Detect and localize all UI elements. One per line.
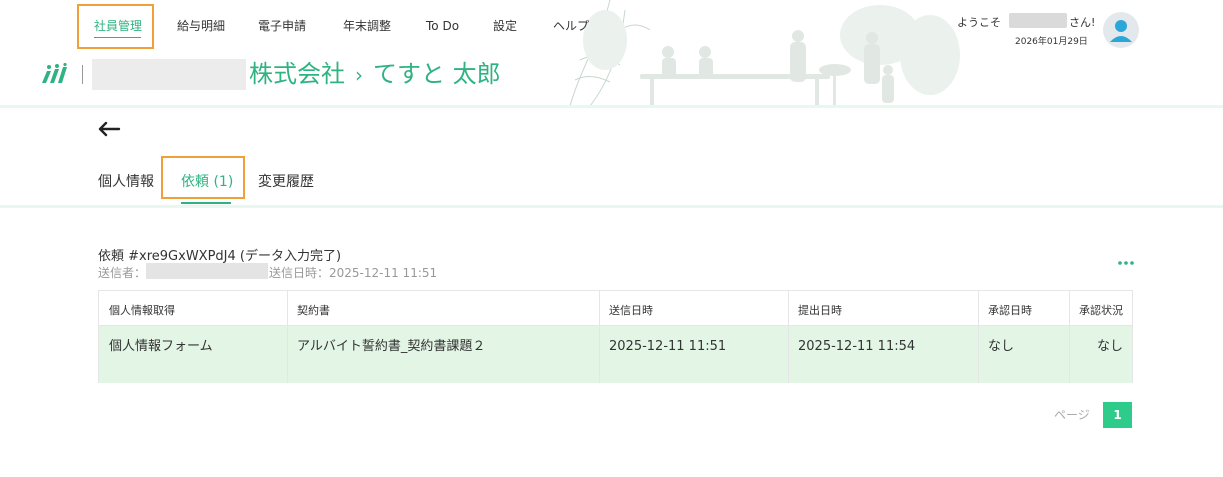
header-cell: 個人情報取得	[99, 291, 288, 325]
col-header-personal-info: 個人情報取得	[109, 304, 175, 317]
back-arrow-icon[interactable]	[97, 118, 121, 140]
company-name-redacted	[92, 59, 246, 90]
company-suffix: 株式会社	[249, 60, 345, 88]
header: 社員管理 給与明細 電子申請 年末調整 To Do 設定 ヘルプ ようこそ さん…	[0, 0, 1223, 106]
sender-label: 送信者：	[98, 266, 147, 280]
cell-approval-status: なし	[1096, 339, 1123, 354]
nav-item-payslip[interactable]: 給与明細	[177, 17, 225, 35]
header-divider	[0, 105, 1223, 108]
col-header-contract: 契約書	[297, 304, 330, 317]
cell-sent-at: 2025-12-11 11:51	[609, 339, 727, 354]
nav-item-help[interactable]: ヘルプ	[553, 17, 589, 35]
more-dots-icon[interactable]	[1117, 258, 1135, 268]
cell-personal-info-form[interactable]: 個人情報フォーム	[109, 337, 213, 356]
tab-personal-info[interactable]: 個人情報	[98, 172, 154, 192]
breadcrumb-separator: ›	[355, 63, 363, 87]
cell-submitted-at: 2025-12-11 11:54	[798, 339, 916, 354]
table-cell: なし	[979, 326, 1070, 383]
header-cell: 承認日時	[979, 291, 1070, 325]
table-header-row: 個人情報取得 契約書 送信日時 提出日時 承認日時 承認状況	[99, 291, 1132, 326]
header-cell: 承認状況	[1070, 291, 1132, 325]
tabs-divider	[0, 205, 1223, 208]
sent-datetime: 送信日時：2025-12-11 11:51	[269, 266, 438, 280]
col-header-approval-status: 承認状況	[1079, 304, 1123, 317]
employee-name: てすと 太郎	[373, 60, 501, 88]
header-cell: 提出日時	[789, 291, 979, 325]
request-title: 依頼 #xre9GxWXPdJ4 (データ入力完了)	[98, 249, 342, 264]
page-title: 株式会社 › てすと 太郎	[249, 58, 501, 91]
table-row[interactable]: 個人情報フォーム アルバイト誓約書_契約書課題２ 2025-12-11 11:5…	[99, 326, 1132, 383]
username-redacted	[1009, 13, 1067, 28]
table-cell: 2025-12-11 11:54	[789, 326, 979, 383]
welcome-text: ようこそ	[957, 16, 1001, 29]
highlight-box-tab	[161, 156, 245, 199]
pagination-label: ページ	[1054, 408, 1090, 422]
nav-item-e-application[interactable]: 電子申請	[258, 17, 306, 35]
nav-item-year-end-adjustment[interactable]: 年末調整	[343, 17, 391, 35]
col-header-submitted-at: 提出日時	[798, 304, 842, 317]
current-date: 2026年01月29日	[1015, 37, 1088, 47]
col-header-sent-at: 送信日時	[609, 304, 653, 317]
col-header-approved-at: 承認日時	[988, 304, 1032, 317]
header-cell: 送信日時	[600, 291, 789, 325]
table-cell: アルバイト誓約書_契約書課題２	[288, 326, 600, 383]
table-cell: 2025-12-11 11:51	[600, 326, 789, 383]
sender-name-redacted	[146, 263, 268, 279]
table-cell: 個人情報フォーム	[99, 326, 288, 383]
tab-active-underline	[181, 202, 231, 204]
header-illustration	[569, 0, 960, 106]
table-cell: なし	[1070, 326, 1132, 383]
logo-separator	[82, 65, 83, 84]
avatar-icon[interactable]	[1103, 12, 1139, 48]
page-button-current[interactable]: 1	[1103, 402, 1132, 428]
request-table: 個人情報取得 契約書 送信日時 提出日時 承認日時 承認状況 個人情報フォーム …	[98, 290, 1133, 383]
tab-change-history[interactable]: 変更履歴	[258, 172, 314, 192]
nav-item-settings[interactable]: 設定	[493, 17, 517, 35]
welcome-suffix: さん!	[1069, 16, 1096, 29]
nav-item-todo[interactable]: To Do	[426, 17, 459, 35]
highlight-box-nav	[77, 4, 154, 49]
cell-contract[interactable]: アルバイト誓約書_契約書課題２	[297, 337, 487, 356]
header-cell: 契約書	[288, 291, 600, 325]
cell-approved-at: なし	[988, 339, 1015, 354]
logo-icon[interactable]	[40, 63, 70, 85]
